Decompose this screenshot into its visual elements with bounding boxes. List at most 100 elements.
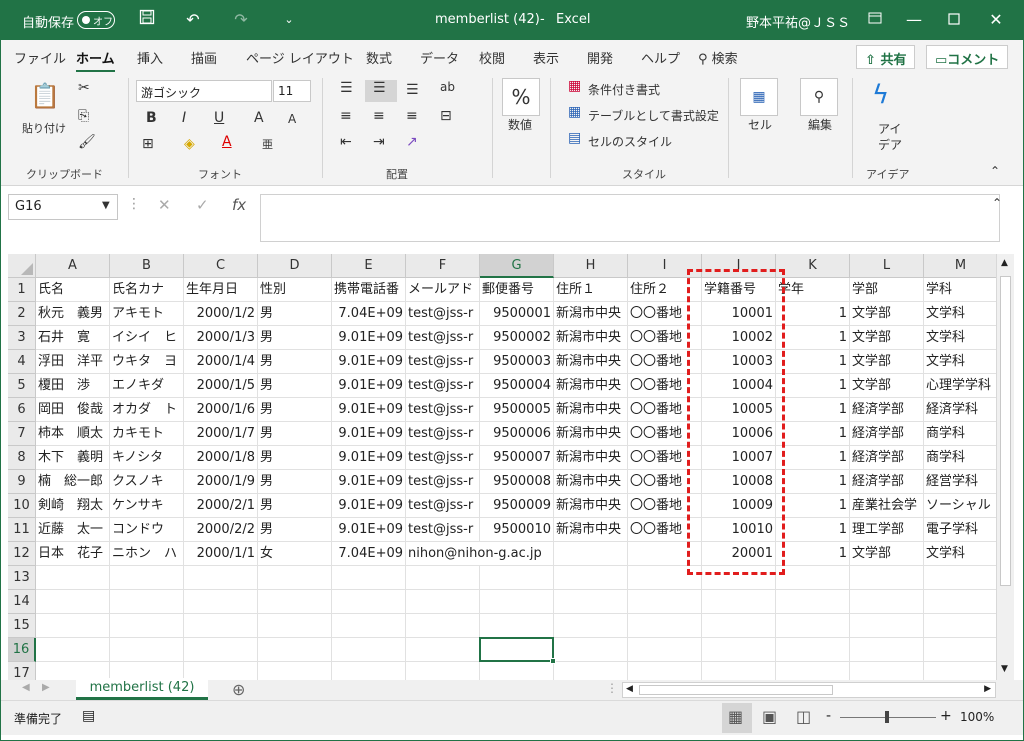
save-icon[interactable] xyxy=(136,9,158,31)
cell-m10[interactable]: ソーシャル xyxy=(924,494,996,518)
column-header-l[interactable]: L xyxy=(850,254,924,278)
cells-icon[interactable]: ▦ xyxy=(740,78,778,116)
cell-a3[interactable]: 石井 寛 xyxy=(36,326,110,350)
cell-a10[interactable]: 剣崎 翔太 xyxy=(36,494,110,518)
cell-e11[interactable]: 9.01E+09 xyxy=(332,518,406,542)
scroll-down-icon[interactable]: ▼ xyxy=(1001,664,1008,674)
cell-h14[interactable] xyxy=(554,590,628,614)
undo-icon[interactable]: ↶ xyxy=(182,9,204,31)
font-color-icon[interactable]: A xyxy=(222,134,232,150)
cell-e4[interactable]: 9.01E+09 xyxy=(332,350,406,374)
font-name-select[interactable]: 游ゴシック xyxy=(136,80,272,102)
cell-e1[interactable]: 携帯電話番 xyxy=(332,278,406,302)
cell-f1[interactable]: メールアド xyxy=(406,278,480,302)
cell-d15[interactable] xyxy=(258,614,332,638)
cell-h1[interactable]: 住所１ xyxy=(554,278,628,302)
cancel-icon[interactable]: ✕ xyxy=(158,196,171,214)
cell-m7[interactable]: 商学科 xyxy=(924,422,996,446)
cell-k11[interactable]: 1 xyxy=(776,518,850,542)
cell-m15[interactable] xyxy=(924,614,996,638)
cell-b13[interactable] xyxy=(110,566,184,590)
cell-m14[interactable] xyxy=(924,590,996,614)
cell-h17[interactable] xyxy=(554,662,628,680)
cell-k7[interactable]: 1 xyxy=(776,422,850,446)
cell-d2[interactable]: 男 xyxy=(258,302,332,326)
cell-k2[interactable]: 1 xyxy=(776,302,850,326)
cell-c1[interactable]: 生年月日 xyxy=(184,278,258,302)
cell-c15[interactable] xyxy=(184,614,258,638)
cell-d6[interactable]: 男 xyxy=(258,398,332,422)
cell-e2[interactable]: 7.04E+09 xyxy=(332,302,406,326)
cell-m17[interactable] xyxy=(924,662,996,680)
cell-b2[interactable]: アキモト xyxy=(110,302,184,326)
cell-a7[interactable]: 柿本 順太 xyxy=(36,422,110,446)
align-middle-icon[interactable]: ☰ xyxy=(373,80,386,96)
cell-g9[interactable]: 9500008 xyxy=(480,470,554,494)
row-header-7[interactable]: 7 xyxy=(8,422,36,446)
cell-g2[interactable]: 9500001 xyxy=(480,302,554,326)
tab-home[interactable]: ホーム xyxy=(76,48,115,73)
cell-b6[interactable]: オカダ ト xyxy=(110,398,184,422)
cell-j17[interactable] xyxy=(702,662,776,680)
cell-h13[interactable] xyxy=(554,566,628,590)
font-size-select[interactable]: 11 xyxy=(273,80,311,102)
cell-i16[interactable] xyxy=(628,638,702,662)
underline-button[interactable]: U xyxy=(214,110,224,126)
macro-record-icon[interactable]: ▤ xyxy=(82,708,95,724)
normal-view-icon[interactable]: ▦ xyxy=(728,707,743,726)
cell-g17[interactable] xyxy=(480,662,554,680)
cell-d17[interactable] xyxy=(258,662,332,680)
cell-k3[interactable]: 1 xyxy=(776,326,850,350)
italic-button[interactable]: I xyxy=(182,110,186,126)
sheet-tab-memberlist[interactable]: memberlist (42) xyxy=(76,678,208,700)
cell-e10[interactable]: 9.01E+09 xyxy=(332,494,406,518)
cell-c2[interactable]: 2000/1/2 xyxy=(184,302,258,326)
cell-d14[interactable] xyxy=(258,590,332,614)
qat-customize-icon[interactable]: ⌄ xyxy=(278,9,300,31)
cell-k14[interactable] xyxy=(776,590,850,614)
cell-c12[interactable]: 2000/1/1 xyxy=(184,542,258,566)
cell-d7[interactable]: 男 xyxy=(258,422,332,446)
insert-function-icon[interactable]: fx xyxy=(232,196,246,214)
cell-c7[interactable]: 2000/1/7 xyxy=(184,422,258,446)
cell-l14[interactable] xyxy=(850,590,924,614)
cell-m6[interactable]: 経済学科 xyxy=(924,398,996,422)
cell-d4[interactable]: 男 xyxy=(258,350,332,374)
cell-f6[interactable]: test@jss-r xyxy=(406,398,480,422)
borders-icon[interactable]: ⊞ xyxy=(142,136,154,152)
tab-help[interactable]: ヘルプ xyxy=(641,48,680,67)
cell-h8[interactable]: 新潟市中央 xyxy=(554,446,628,470)
cell-m12[interactable]: 文学科 xyxy=(924,542,996,566)
cell-k15[interactable] xyxy=(776,614,850,638)
column-header-c[interactable]: C xyxy=(184,254,258,278)
cell-c16[interactable] xyxy=(184,638,258,662)
cell-g1[interactable]: 郵便番号 xyxy=(480,278,554,302)
row-header-17[interactable]: 17 xyxy=(8,662,36,680)
cell-a6[interactable]: 岡田 俊哉 xyxy=(36,398,110,422)
orientation-icon[interactable]: ab xyxy=(440,80,455,94)
cell-h3[interactable]: 新潟市中央 xyxy=(554,326,628,350)
cell-g7[interactable]: 9500006 xyxy=(480,422,554,446)
cell-f14[interactable] xyxy=(406,590,480,614)
cell-h4[interactable]: 新潟市中央 xyxy=(554,350,628,374)
redo-icon[interactable]: ↷ xyxy=(230,9,252,31)
column-header-b[interactable]: B xyxy=(110,254,184,278)
cell-e16[interactable] xyxy=(332,638,406,662)
cell-g4[interactable]: 9500003 xyxy=(480,350,554,374)
cell-l2[interactable]: 文学部 xyxy=(850,302,924,326)
cell-i17[interactable] xyxy=(628,662,702,680)
cell-f5[interactable]: test@jss-r xyxy=(406,374,480,398)
format-as-table-button[interactable]: テーブルとして書式設定 xyxy=(588,107,719,124)
cell-b10[interactable]: ケンサキ xyxy=(110,494,184,518)
collapse-ribbon-icon[interactable]: ⌃ xyxy=(990,164,1000,178)
align-bottom-icon[interactable]: ☰ xyxy=(406,82,419,98)
cell-f12[interactable]: nihon@nihon-g.ac.jp xyxy=(406,542,542,566)
align-center-icon[interactable]: ≡ xyxy=(373,108,385,124)
cell-b14[interactable] xyxy=(110,590,184,614)
merge-center-icon[interactable]: ⊟ xyxy=(440,108,452,124)
cell-b9[interactable]: クスノキ xyxy=(110,470,184,494)
cell-j15[interactable] xyxy=(702,614,776,638)
row-header-13[interactable]: 13 xyxy=(8,566,36,590)
share-button[interactable]: ⇧ 共有 xyxy=(856,45,916,69)
vertical-scrollbar[interactable]: ▲ ▼ xyxy=(996,254,1014,680)
